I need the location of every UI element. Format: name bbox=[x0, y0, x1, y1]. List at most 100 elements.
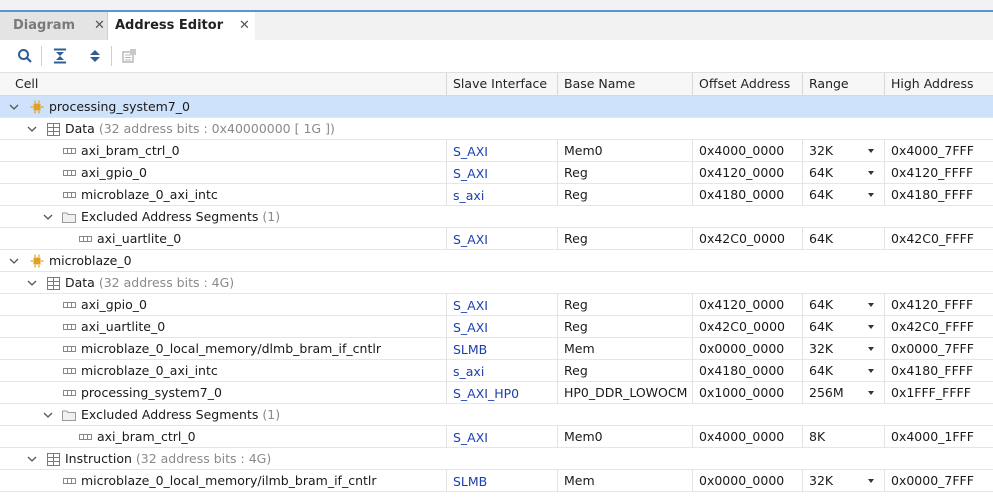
offset-address-cell[interactable]: 0x42C0_0000 bbox=[692, 316, 802, 338]
offset-address-cell[interactable]: 0x4120_0000 bbox=[692, 162, 802, 184]
slave-interface-link[interactable]: s_axi bbox=[446, 360, 557, 382]
dropdown-arrow-icon[interactable] bbox=[868, 325, 874, 329]
range-select[interactable]: 32K bbox=[802, 140, 884, 162]
empty-cell bbox=[802, 272, 884, 294]
tab-diagram[interactable]: Diagram ✕ bbox=[0, 12, 108, 40]
address-space-row[interactable]: Data (32 address bits : 0x40000000 [ 1G … bbox=[0, 118, 993, 140]
high-address-cell: 0x1FFF_FFFF bbox=[884, 382, 993, 404]
tab-address-editor[interactable]: Address Editor ✕ bbox=[108, 12, 255, 40]
offset-address-cell[interactable]: 0x1000_0000 bbox=[692, 382, 802, 404]
slave-interface-link[interactable]: S_AXI bbox=[446, 294, 557, 316]
segment-icon bbox=[62, 166, 76, 180]
chevron-down-icon[interactable] bbox=[42, 206, 54, 228]
segment-row[interactable]: microblaze_0_local_memory/dlmb_bram_if_c… bbox=[0, 338, 993, 360]
base-name-cell-text: Reg bbox=[564, 187, 588, 202]
excluded-segments-row[interactable]: Excluded Address Segments (1) bbox=[0, 404, 993, 426]
close-icon[interactable]: ✕ bbox=[94, 12, 105, 40]
chevron-down-icon[interactable] bbox=[42, 404, 54, 426]
cell-name: Excluded Address Segments (1) bbox=[81, 407, 281, 422]
segment-row[interactable]: axi_gpio_0 S_AXI Reg 0x4120_0000 64K 0x4120_F… bbox=[0, 294, 993, 316]
high-address-cell: 0x4180_FFFF bbox=[884, 184, 993, 206]
search-icon[interactable] bbox=[14, 46, 36, 66]
dropdown-arrow-icon[interactable] bbox=[868, 391, 874, 395]
chevron-down-icon[interactable] bbox=[26, 272, 38, 294]
cell-name: processing_system7_0 bbox=[81, 385, 222, 400]
range-select[interactable]: 64K bbox=[802, 294, 884, 316]
address-space-row[interactable]: Data (32 address bits : 4G) bbox=[0, 272, 993, 294]
chevron-down-icon[interactable] bbox=[26, 118, 38, 140]
slave-interface-link[interactable]: S_AXI bbox=[446, 426, 557, 448]
processor-row[interactable]: microblaze_0 bbox=[0, 250, 993, 272]
offset-address-cell[interactable]: 0x4180_0000 bbox=[692, 184, 802, 206]
address-space-icon bbox=[46, 122, 60, 136]
dropdown-arrow-icon[interactable] bbox=[868, 149, 874, 153]
offset-address-cell[interactable]: 0x0000_0000 bbox=[692, 470, 802, 492]
column-header-range[interactable]: Range bbox=[802, 73, 884, 95]
close-icon[interactable]: ✕ bbox=[239, 12, 250, 40]
range-select[interactable]: 64K bbox=[802, 184, 884, 206]
excluded-segment-row[interactable]: axi_bram_ctrl_0 S_AXI Mem0 0x4000_0000 8K 0x4… bbox=[0, 426, 993, 448]
dropdown-arrow-icon[interactable] bbox=[868, 347, 874, 351]
segment-row[interactable]: microblaze_0_axi_intc s_axi Reg 0x4180_0000… bbox=[0, 184, 993, 206]
segment-row[interactable]: axi_gpio_0 S_AXI Reg 0x4120_0000 64K 0x4120_F… bbox=[0, 162, 993, 184]
base-name-cell: Mem0 bbox=[557, 140, 692, 162]
segment-row[interactable]: microblaze_0_axi_intc s_axi Reg 0x4180_0000… bbox=[0, 360, 993, 382]
range-select[interactable]: 64K bbox=[802, 162, 884, 184]
slave-interface-link[interactable]: SLMB bbox=[446, 338, 557, 360]
column-header-cell[interactable]: Cell bbox=[0, 73, 446, 95]
expand-all-icon[interactable] bbox=[84, 46, 106, 66]
high-address-cell: 0x4000_1FFF bbox=[884, 426, 993, 448]
excluded-segments-row[interactable]: Excluded Address Segments (1) bbox=[0, 206, 993, 228]
auto-assign-icon[interactable] bbox=[118, 46, 140, 66]
range-select[interactable]: 256M bbox=[802, 382, 884, 404]
range-select[interactable]: 32K bbox=[802, 338, 884, 360]
range-select[interactable]: 64K bbox=[802, 316, 884, 338]
dropdown-arrow-icon[interactable] bbox=[868, 193, 874, 197]
chevron-down-icon[interactable] bbox=[26, 448, 38, 470]
offset-address-cell[interactable]: 0x4180_0000 bbox=[692, 360, 802, 382]
chevron-down-icon[interactable] bbox=[8, 250, 20, 272]
offset-address-cell-text: 0x4180_0000 bbox=[699, 187, 785, 202]
range-select[interactable]: 64K bbox=[802, 360, 884, 382]
dropdown-arrow-icon[interactable] bbox=[868, 479, 874, 483]
excluded-segment-row[interactable]: axi_uartlite_0 S_AXI Reg 0x42C0_0000 64K 0x42… bbox=[0, 228, 993, 250]
range-select[interactable]: 8K bbox=[802, 426, 884, 448]
slave-interface-link[interactable]: S_AXI_HP0 bbox=[446, 382, 557, 404]
base-name-cell: Mem bbox=[557, 470, 692, 492]
offset-address-cell[interactable]: 0x4000_0000 bbox=[692, 140, 802, 162]
offset-address-cell[interactable]: 0x4120_0000 bbox=[692, 294, 802, 316]
column-header-offset-address[interactable]: Offset Address bbox=[692, 73, 802, 95]
slave-interface-link[interactable]: S_AXI bbox=[446, 162, 557, 184]
dropdown-arrow-icon[interactable] bbox=[868, 303, 874, 307]
segment-row[interactable]: axi_uartlite_0 S_AXI Reg 0x42C0_0000 64K 0x42… bbox=[0, 316, 993, 338]
offset-address-cell[interactable]: 0x42C0_0000 bbox=[692, 228, 802, 250]
range-select-text: 8K bbox=[809, 429, 826, 444]
offset-address-cell[interactable]: 0x0000_0000 bbox=[692, 338, 802, 360]
high-address-cell-text: 0x4180_FFFF bbox=[891, 363, 974, 378]
dropdown-arrow-icon[interactable] bbox=[868, 171, 874, 175]
segment-row[interactable]: axi_bram_ctrl_0 S_AXI Mem0 0x4000_0000 32K 0x… bbox=[0, 140, 993, 162]
slave-interface-link[interactable]: S_AXI bbox=[446, 140, 557, 162]
slave-interface-link[interactable]: s_axi bbox=[446, 184, 557, 206]
column-header-high-address[interactable]: High Address bbox=[884, 73, 993, 95]
segment-row[interactable]: microblaze_0_local_memory/ilmb_bram_if_c… bbox=[0, 470, 993, 492]
chevron-down-icon[interactable] bbox=[8, 96, 20, 118]
range-select[interactable]: 64K bbox=[802, 228, 884, 250]
slave-interface-link[interactable]: S_AXI bbox=[446, 228, 557, 250]
slave-interface-link[interactable]: SLMB bbox=[446, 470, 557, 492]
processor-icon bbox=[30, 254, 44, 268]
high-address-cell-text: 0x0000_7FFF bbox=[891, 341, 974, 356]
empty-cell bbox=[557, 118, 692, 140]
address-space-row[interactable]: Instruction (32 address bits : 4G) bbox=[0, 448, 993, 470]
offset-address-cell[interactable]: 0x4000_0000 bbox=[692, 426, 802, 448]
column-header-slave-interface[interactable]: Slave Interface bbox=[446, 73, 557, 95]
collapse-all-icon[interactable] bbox=[49, 46, 71, 66]
range-select[interactable]: 32K bbox=[802, 470, 884, 492]
segment-row[interactable]: processing_system7_0 S_AXI_HP0 HP0_DDR_LOW… bbox=[0, 382, 993, 404]
processor-row[interactable]: processing_system7_0 bbox=[0, 96, 993, 118]
cell-name: microblaze_0 bbox=[49, 253, 132, 268]
dropdown-arrow-icon[interactable] bbox=[868, 369, 874, 373]
column-header-base-name[interactable]: Base Name bbox=[557, 73, 692, 95]
high-address-cell-text: 0x4120_FFFF bbox=[891, 297, 974, 312]
slave-interface-link[interactable]: S_AXI bbox=[446, 316, 557, 338]
